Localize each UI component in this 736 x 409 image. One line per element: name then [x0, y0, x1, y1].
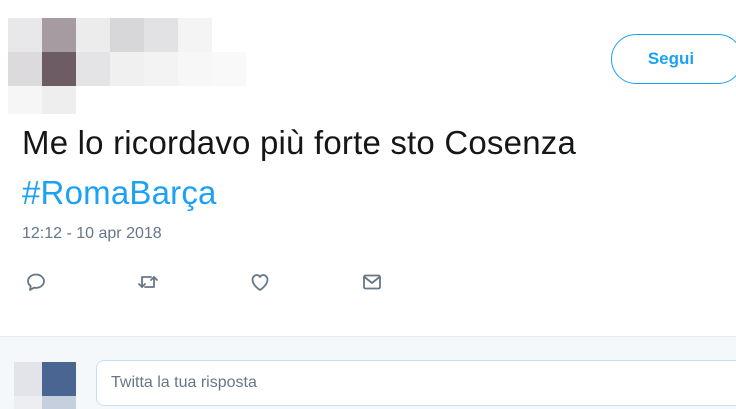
mail-icon: [363, 274, 381, 290]
reply-icon: [27, 273, 45, 291]
tweet-actions: [20, 266, 400, 298]
retweet-button[interactable]: [132, 266, 164, 298]
direct-message-button[interactable]: [356, 266, 388, 298]
heart-icon: [251, 274, 269, 291]
tweet-card: Segui Me lo ricordavo più forte sto Cose…: [0, 0, 736, 409]
tweet-timestamp[interactable]: 12:12 - 10 apr 2018: [22, 225, 162, 243]
like-button[interactable]: [244, 266, 276, 298]
current-user-avatar: [14, 362, 76, 409]
reply-input[interactable]: Twitta la tua risposta: [96, 360, 736, 406]
tweet-body: Me lo ricordavo più forte sto Cosenza: [22, 124, 576, 161]
hashtag-link[interactable]: #RomaBarça: [22, 174, 217, 211]
reply-button[interactable]: [20, 266, 52, 298]
reply-composer: Twitta la tua risposta: [0, 336, 736, 409]
blurred-avatar: [8, 18, 246, 114]
retweet-icon: [138, 276, 158, 288]
tweet-text: Me lo ricordavo più forte sto Cosenza #R…: [22, 118, 722, 218]
follow-button[interactable]: Segui: [611, 34, 736, 84]
